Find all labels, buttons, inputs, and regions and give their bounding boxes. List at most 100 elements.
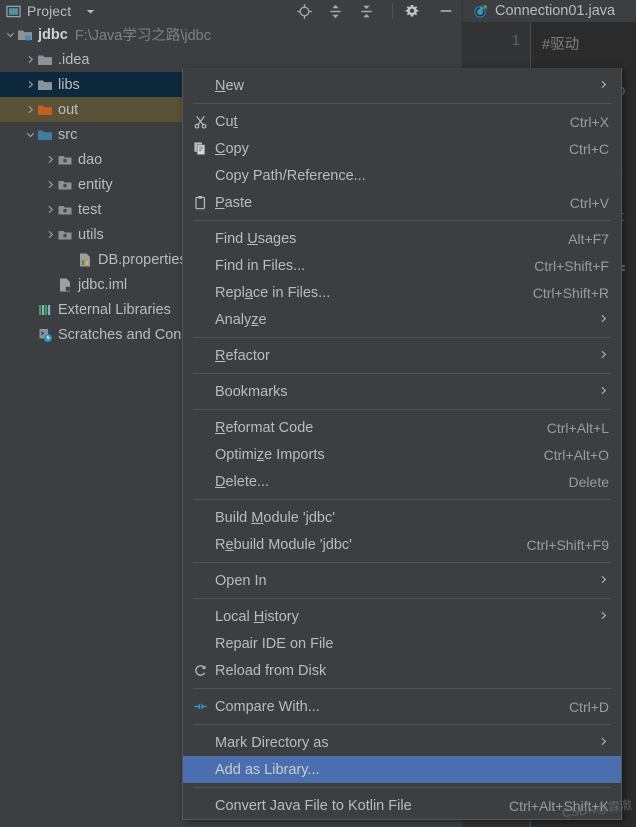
tree-row[interactable]: jdbc F:\Java学习之路\jdbc bbox=[0, 22, 462, 47]
external-libraries-icon bbox=[37, 302, 53, 318]
chevron-right-icon bbox=[598, 348, 609, 363]
folder-icon bbox=[37, 52, 53, 68]
chevron-right-icon bbox=[598, 312, 609, 327]
menu-item-label: Cut bbox=[215, 113, 238, 130]
folder-icon bbox=[37, 77, 53, 93]
collapse-all-icon[interactable] bbox=[358, 3, 375, 20]
chevron-down-icon[interactable] bbox=[4, 22, 17, 47]
folder-source-icon bbox=[37, 127, 53, 143]
project-window-icon bbox=[6, 4, 21, 19]
chevron-right-icon[interactable] bbox=[24, 72, 37, 97]
cut-icon bbox=[193, 114, 208, 129]
chevron-down-icon[interactable] bbox=[24, 122, 37, 147]
menu-item-label: Reload from Disk bbox=[215, 662, 327, 679]
tree-row-label: DB.properties bbox=[98, 251, 187, 268]
menu-item-shortcut: Ctrl+V bbox=[569, 194, 609, 211]
gear-icon[interactable] bbox=[404, 3, 420, 19]
menu-item[interactable]: Copy Path/Reference... bbox=[183, 162, 621, 189]
menu-item[interactable]: Compare With... Ctrl+D bbox=[183, 693, 621, 720]
scratches-icon bbox=[37, 327, 53, 343]
editor-line-1-text: #驱动 bbox=[542, 37, 580, 53]
menu-item[interactable]: Cut Ctrl+X bbox=[183, 108, 621, 135]
locate-target-icon[interactable] bbox=[296, 3, 313, 20]
editor-tab[interactable]: Connection01.java bbox=[466, 0, 615, 22]
folder-orange-icon bbox=[37, 102, 53, 118]
menu-item-shortcut: Delete bbox=[568, 473, 609, 490]
expand-all-icon[interactable] bbox=[327, 3, 344, 20]
package-icon bbox=[57, 152, 73, 168]
chevron-right-icon[interactable] bbox=[44, 172, 57, 197]
chevron-right-icon[interactable] bbox=[44, 197, 57, 222]
package-icon bbox=[57, 202, 73, 218]
menu-item[interactable]: Reload from Disk bbox=[183, 657, 621, 684]
tree-row-label: src bbox=[58, 126, 78, 143]
chevron-down-icon[interactable] bbox=[85, 6, 96, 17]
menu-item[interactable]: Paste Ctrl+V bbox=[183, 189, 621, 216]
tree-row-label: utils bbox=[78, 226, 104, 243]
menu-item-label: Open In bbox=[215, 572, 267, 589]
menu-item-shortcut: Ctrl+X bbox=[569, 113, 609, 130]
iml-file-icon bbox=[57, 277, 73, 293]
menu-item[interactable]: Repair IDE on File bbox=[183, 630, 621, 657]
menu-item-shortcut: Ctrl+Shift+F bbox=[534, 257, 609, 274]
menu-item[interactable]: Replace in Files... Ctrl+Shift+R bbox=[183, 279, 621, 306]
project-tool-window-button[interactable]: Project bbox=[0, 0, 96, 22]
menu-item[interactable]: Add as Library... bbox=[183, 756, 621, 783]
chevron-right-icon[interactable] bbox=[44, 222, 57, 247]
menu-item-shortcut: Ctrl+C bbox=[568, 140, 609, 157]
menu-item[interactable]: Analyze bbox=[183, 306, 621, 333]
menu-item-label: Bookmarks bbox=[215, 383, 288, 400]
folder-orange-icon bbox=[37, 102, 53, 118]
menu-item[interactable]: Delete... Delete bbox=[183, 468, 621, 495]
menu-separator bbox=[193, 688, 611, 689]
menu-item[interactable]: Optimize Imports Ctrl+Alt+O bbox=[183, 441, 621, 468]
menu-item[interactable]: Convert Java File to Kotlin File Ctrl+Alt… bbox=[183, 792, 621, 819]
menu-item-label: Analyze bbox=[215, 311, 267, 328]
external-libraries-icon bbox=[37, 302, 53, 318]
menu-item[interactable]: Bookmarks bbox=[183, 378, 621, 405]
menu-separator bbox=[193, 409, 611, 410]
menu-item-shortcut: Alt+F7 bbox=[568, 230, 609, 247]
package-icon bbox=[57, 227, 73, 243]
menu-item-label: Paste bbox=[215, 194, 253, 211]
menu-item[interactable]: Local History bbox=[183, 603, 621, 630]
menu-item-shortcut: Ctrl+Alt+L bbox=[546, 419, 609, 436]
menu-item[interactable]: New bbox=[183, 72, 621, 99]
chevron-right-icon bbox=[598, 609, 609, 624]
toolbar-icon-group-right bbox=[404, 0, 454, 22]
tree-row-label: libs bbox=[58, 76, 80, 93]
menu-item[interactable]: Rebuild Module 'jdbc' Ctrl+Shift+F9 bbox=[183, 531, 621, 558]
paste-icon bbox=[193, 195, 208, 210]
compare-icon bbox=[193, 699, 215, 714]
menu-separator bbox=[193, 787, 611, 788]
tree-row-label: jdbc.iml bbox=[78, 276, 128, 293]
menu-item-label: Local History bbox=[215, 608, 299, 625]
menu-item[interactable]: Build Module 'jdbc' bbox=[183, 504, 621, 531]
menu-separator bbox=[193, 220, 611, 221]
menu-item[interactable]: Find in Files... Ctrl+Shift+F bbox=[183, 252, 621, 279]
chevron-right-icon[interactable] bbox=[44, 147, 57, 172]
menu-separator bbox=[193, 724, 611, 725]
menu-item-label: Convert Java File to Kotlin File bbox=[215, 797, 412, 814]
menu-item-label: Optimize Imports bbox=[215, 446, 325, 463]
menu-item[interactable]: Refactor bbox=[183, 342, 621, 369]
editor-tab-label: Connection01.java bbox=[495, 3, 616, 19]
menu-item[interactable]: Copy Ctrl+C bbox=[183, 135, 621, 162]
chevron-right-icon bbox=[598, 735, 609, 750]
menu-item[interactable]: Mark Directory as bbox=[183, 729, 621, 756]
context-menu[interactable]: New Cut Ctrl+X Copy Ctrl+C Copy Path/Referenc… bbox=[182, 68, 622, 820]
folder-icon bbox=[37, 77, 53, 93]
minimize-icon[interactable] bbox=[438, 3, 454, 19]
menu-item-label: Add as Library... bbox=[215, 761, 320, 778]
tree-row-label: entity bbox=[78, 176, 113, 193]
menu-item[interactable]: Find Usages Alt+F7 bbox=[183, 225, 621, 252]
tree-row-label: .idea bbox=[58, 51, 90, 68]
menu-item[interactable]: Open In bbox=[183, 567, 621, 594]
menu-item[interactable]: Reformat Code Ctrl+Alt+L bbox=[183, 414, 621, 441]
chevron-right-icon[interactable] bbox=[24, 47, 37, 72]
tree-row-label: jdbc bbox=[38, 26, 68, 43]
reload-icon bbox=[193, 663, 215, 678]
chevron-right-icon[interactable] bbox=[24, 97, 37, 122]
